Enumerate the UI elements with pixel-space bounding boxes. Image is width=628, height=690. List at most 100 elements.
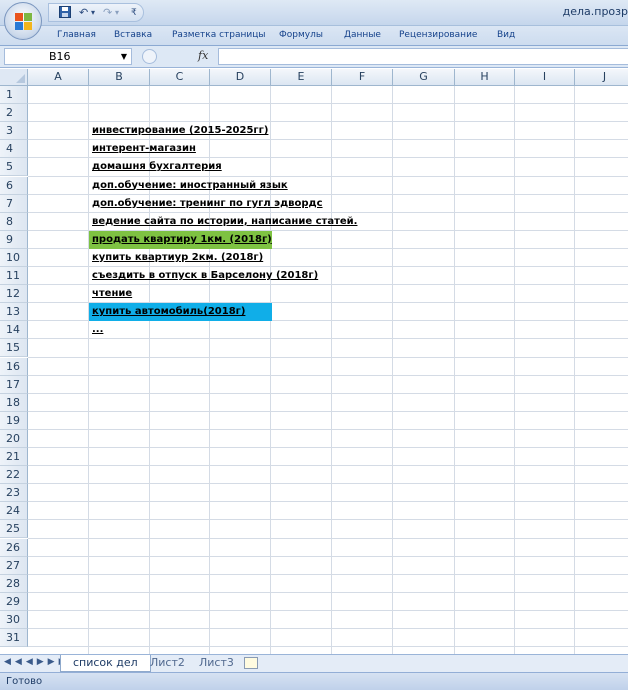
insert-function-icon[interactable]: fx <box>198 49 208 62</box>
status-bar: Готово <box>0 672 628 690</box>
row-header[interactable]: 20 <box>0 429 28 448</box>
tab-page-layout[interactable]: Разметка страницы <box>172 30 266 40</box>
name-box[interactable]: B16 ▼ <box>4 48 132 65</box>
grid-line <box>28 609 628 611</box>
grid-line <box>28 646 628 648</box>
cell-b11[interactable]: съездить в отпуск в Барселону (2018г) <box>91 267 318 284</box>
grid-line <box>28 483 628 485</box>
row-header[interactable]: 27 <box>0 556 28 575</box>
row-header[interactable]: 8 <box>0 212 28 231</box>
row-header[interactable]: 11 <box>0 267 28 286</box>
row-header[interactable]: 7 <box>0 194 28 213</box>
tab-formulas[interactable]: Формулы <box>279 30 323 40</box>
cell-b4[interactable]: интерент-магазин <box>91 140 196 157</box>
grid-line <box>28 628 628 629</box>
row-header[interactable]: 23 <box>0 484 28 503</box>
ribbon-tabs: Главная Вставка Разметка страницы Формул… <box>0 26 628 46</box>
sheet-tab-bar: ◀◀◀▶▶▶ список дел Лист2 Лист3 <box>0 654 628 672</box>
row-header[interactable]: 4 <box>0 140 28 159</box>
save-icon[interactable] <box>59 6 71 20</box>
dropdown-icon[interactable]: ▾ <box>115 6 119 20</box>
column-header[interactable]: A <box>28 69 89 86</box>
row-header[interactable]: 30 <box>0 610 28 629</box>
row-header[interactable]: 10 <box>0 248 28 267</box>
formula-bar: B16 ▼ fx <box>0 46 628 68</box>
column-header[interactable]: F <box>332 69 393 86</box>
cell-b6[interactable]: доп.обучение: иностранный язык <box>91 177 288 194</box>
formula-input[interactable] <box>218 48 628 65</box>
row-header[interactable]: 1 <box>0 86 28 105</box>
title-bar: ↶ ▾ ↷ ▾ ₹ дела.прозр <box>0 0 628 26</box>
insert-sheet-icon[interactable] <box>244 657 258 669</box>
office-button[interactable] <box>4 2 42 40</box>
column-header[interactable]: E <box>271 69 332 86</box>
cell-b5[interactable]: домашня бухгалтерия <box>91 158 222 175</box>
tab-home[interactable]: Главная <box>57 30 96 40</box>
row-header[interactable]: 9 <box>0 230 28 249</box>
cell-b13[interactable]: купить автомобиль(2018г) <box>91 303 245 320</box>
cell-b8[interactable]: ведение сайта по истории, написание стат… <box>91 213 357 230</box>
grid-line <box>28 374 628 376</box>
column-header[interactable]: C <box>150 69 210 86</box>
undo-icon[interactable]: ↶ <box>79 6 88 20</box>
tab-data[interactable]: Данные <box>344 30 381 40</box>
row-header[interactable]: 24 <box>0 502 28 521</box>
row-header[interactable]: 19 <box>0 411 28 430</box>
cell-b7[interactable]: доп.обучение: тренинг по гугл эдвордс <box>91 195 323 212</box>
cell-b12[interactable]: чтение <box>91 285 132 302</box>
row-header[interactable]: 26 <box>0 538 28 557</box>
cell-b3[interactable]: инвестирование (2015-2025гг) <box>91 122 268 139</box>
worksheet-grid[interactable]: A B C D E F G H I J 1 2 3 4 5 6 7 8 9 10 11 12 13 14 15 16 17 18 19 2… <box>0 69 628 654</box>
row-header[interactable]: 22 <box>0 466 28 485</box>
chevron-down-icon[interactable]: ▼ <box>121 49 127 64</box>
row-header[interactable]: 13 <box>0 303 28 322</box>
name-box-value: B16 <box>49 50 71 63</box>
grid-line <box>88 86 89 654</box>
tab-review[interactable]: Рецензирование <box>399 30 477 40</box>
row-header[interactable]: 18 <box>0 393 28 412</box>
row-header[interactable]: 25 <box>0 520 28 539</box>
grid-line <box>28 428 628 430</box>
row-header[interactable]: 12 <box>0 285 28 304</box>
column-header[interactable]: D <box>210 69 271 86</box>
column-header[interactable]: G <box>393 69 455 86</box>
sheet-tab-3[interactable]: Лист3 <box>187 655 246 672</box>
row-header[interactable]: 14 <box>0 321 28 340</box>
row-header[interactable]: 3 <box>0 122 28 141</box>
column-header[interactable]: J <box>575 69 628 86</box>
row-header[interactable]: 31 <box>0 629 28 648</box>
status-text: Готово <box>6 676 43 687</box>
row-header[interactable]: 21 <box>0 448 28 467</box>
row-header[interactable]: 16 <box>0 357 28 376</box>
column-header[interactable]: I <box>515 69 575 86</box>
row-header[interactable]: 5 <box>0 158 28 177</box>
cell-b9[interactable]: продать квартиру 1км. (2018г) <box>91 231 272 248</box>
tab-insert[interactable]: Вставка <box>114 30 152 40</box>
customize-qat-icon[interactable]: ₹ <box>131 6 137 20</box>
grid-line <box>514 86 515 654</box>
row-header[interactable]: 2 <box>0 104 28 123</box>
column-header[interactable]: H <box>455 69 515 86</box>
grid-line <box>574 86 575 654</box>
grid-line <box>28 537 628 539</box>
grid-line <box>331 86 332 654</box>
formula-expand-icon[interactable] <box>142 49 157 64</box>
row-header[interactable]: 15 <box>0 339 28 358</box>
grid-line <box>28 573 628 575</box>
quick-access-toolbar: ↶ ▾ ↷ ▾ ₹ <box>48 3 144 22</box>
row-header[interactable]: 29 <box>0 592 28 611</box>
row-header[interactable]: 17 <box>0 375 28 394</box>
cell-b14[interactable]: ... <box>91 321 103 338</box>
select-all-corner[interactable] <box>0 69 28 86</box>
redo-icon[interactable]: ↷ <box>103 6 112 20</box>
column-header[interactable]: B <box>89 69 150 86</box>
dropdown-icon[interactable]: ▾ <box>91 6 95 20</box>
tab-view[interactable]: Вид <box>497 30 515 40</box>
grid-line <box>28 392 628 394</box>
row-header[interactable]: 6 <box>0 176 28 195</box>
cell-b10[interactable]: купить квартиур 2км. (2018г) <box>91 249 263 266</box>
grid-line <box>270 86 271 654</box>
row-header[interactable]: 28 <box>0 574 28 593</box>
grid-line <box>28 356 628 358</box>
grid-line <box>28 465 628 467</box>
